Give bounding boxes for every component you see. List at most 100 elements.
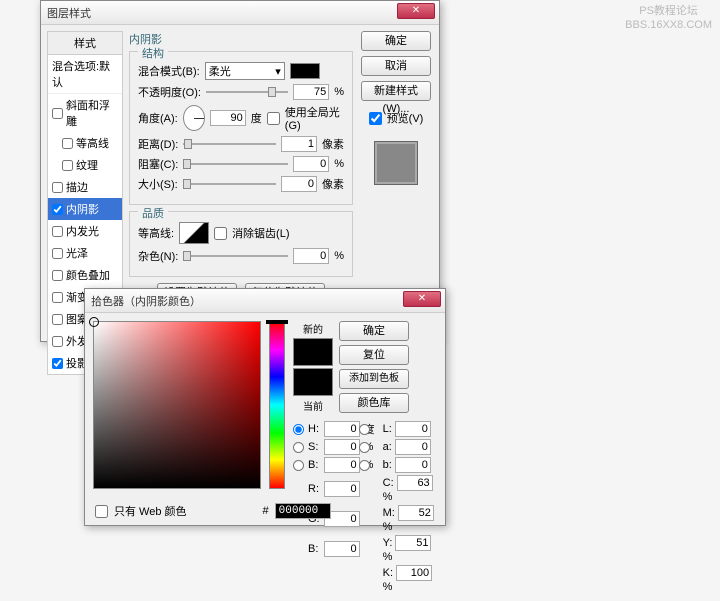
style-checkbox[interactable] [52, 226, 63, 237]
contour-label: 等高线: [138, 225, 174, 241]
quality-fieldset: 品质 等高线: 消除锯齿(L) 杂色(N): % [129, 211, 353, 277]
s-input[interactable] [324, 439, 360, 455]
choke-label: 阻塞(C): [138, 156, 178, 172]
choke-slider[interactable] [183, 163, 288, 165]
size-slider[interactable] [183, 183, 276, 185]
close-icon[interactable]: ✕ [403, 291, 441, 307]
style-item[interactable]: 斜面和浮雕 [48, 94, 122, 132]
size-input[interactable] [281, 176, 317, 192]
noise-input[interactable] [293, 248, 329, 264]
add-swatch-button[interactable]: 添加到色板 [339, 369, 409, 389]
style-checkbox[interactable] [52, 336, 63, 347]
b2-input[interactable] [395, 457, 431, 473]
style-label: 内发光 [66, 223, 99, 239]
watermark: PS教程论坛 BBS.16XX8.COM [625, 4, 712, 33]
style-label: 内阴影 [66, 201, 99, 217]
noise-slider[interactable] [183, 255, 288, 257]
shadow-color-swatch[interactable] [290, 63, 320, 79]
style-checkbox[interactable] [52, 358, 63, 369]
style-checkbox[interactable] [52, 270, 63, 281]
styles-header[interactable]: 样式 [48, 32, 122, 55]
opacity-label: 不透明度(O): [138, 84, 201, 100]
style-label: 斜面和浮雕 [66, 97, 118, 129]
blend-mode-label: 混合模式(B): [138, 63, 200, 79]
cancel-button[interactable]: 取消 [361, 56, 431, 76]
dialog-title: 图层样式 [47, 5, 91, 21]
a-input[interactable] [395, 439, 431, 455]
bb-input[interactable] [324, 457, 360, 473]
h-input[interactable] [324, 421, 360, 437]
reset-button[interactable]: 复位 [339, 345, 409, 365]
hue-slider[interactable] [269, 321, 285, 489]
style-label: 颜色叠加 [66, 267, 110, 283]
style-item[interactable]: 等高线 [48, 132, 122, 154]
style-item[interactable]: 光泽 [48, 242, 122, 264]
a-radio[interactable] [359, 442, 370, 453]
opacity-slider[interactable] [206, 91, 288, 93]
current-color-swatch[interactable] [293, 368, 333, 396]
dialog-title: 拾色器（内阴影颜色） [91, 293, 201, 309]
c-input[interactable] [397, 475, 433, 491]
style-checkbox[interactable] [52, 204, 63, 215]
y-input[interactable] [395, 535, 431, 551]
ok-button[interactable]: 确定 [361, 31, 431, 51]
new-style-button[interactable]: 新建样式(W)... [361, 81, 431, 101]
style-checkbox[interactable] [52, 314, 63, 325]
style-item[interactable]: 内阴影 [48, 198, 122, 220]
distance-slider[interactable] [183, 143, 276, 145]
blend-mode-select[interactable]: 柔光▾ [205, 62, 285, 80]
size-label: 大小(S): [138, 176, 178, 192]
opacity-input[interactable] [293, 84, 329, 100]
noise-label: 杂色(N): [138, 248, 178, 264]
antialias-checkbox[interactable] [214, 227, 227, 240]
style-checkbox[interactable] [52, 248, 63, 259]
ok-button[interactable]: 确定 [339, 321, 409, 341]
hex-input[interactable] [275, 503, 331, 519]
h-radio[interactable] [293, 424, 304, 435]
style-label: 描边 [66, 179, 88, 195]
style-label: 等高线 [76, 135, 109, 151]
m-input[interactable] [398, 505, 434, 521]
bc-input[interactable] [324, 541, 360, 557]
new-color-swatch[interactable] [293, 338, 333, 366]
style-label: 光泽 [66, 245, 88, 261]
angle-label: 角度(A): [138, 110, 178, 126]
contour-picker[interactable] [179, 222, 209, 244]
distance-input[interactable] [281, 136, 317, 152]
style-checkbox[interactable] [52, 292, 63, 303]
preview-swatch [374, 141, 418, 185]
angle-input[interactable] [210, 110, 246, 126]
style-item[interactable]: 颜色叠加 [48, 264, 122, 286]
style-checkbox[interactable] [52, 182, 63, 193]
titlebar[interactable]: 图层样式 ✕ [41, 1, 439, 25]
r-input[interactable] [324, 481, 360, 497]
distance-label: 距离(D): [138, 136, 178, 152]
structure-fieldset: 结构 混合模式(B): 柔光▾ 不透明度(O): % 角度(A): 度 [129, 51, 353, 205]
b-radio[interactable] [293, 460, 304, 471]
l-radio[interactable] [359, 424, 370, 435]
style-label: 纹理 [76, 157, 98, 173]
color-lib-button[interactable]: 颜色库 [339, 393, 409, 413]
blend-default[interactable]: 混合选项:默认 [48, 55, 122, 94]
style-item[interactable]: 纹理 [48, 154, 122, 176]
chevron-down-icon: ▾ [275, 65, 281, 78]
style-checkbox[interactable] [62, 138, 73, 149]
web-only-checkbox[interactable] [95, 505, 108, 518]
color-cursor [89, 317, 99, 327]
style-checkbox[interactable] [52, 108, 63, 119]
s-radio[interactable] [293, 442, 304, 453]
global-light-checkbox[interactable] [267, 112, 280, 125]
color-picker-dialog: 拾色器（内阴影颜色） ✕ 新的 当前 确定 复位 添加到色板 颜色库 [84, 288, 446, 526]
b2-radio[interactable] [359, 460, 370, 471]
titlebar[interactable]: 拾色器（内阴影颜色） ✕ [85, 289, 445, 313]
preview-checkbox[interactable] [369, 112, 382, 125]
angle-dial[interactable] [183, 105, 205, 131]
style-checkbox[interactable] [62, 160, 73, 171]
l-input[interactable] [395, 421, 431, 437]
style-item[interactable]: 内发光 [48, 220, 122, 242]
choke-input[interactable] [293, 156, 329, 172]
style-item[interactable]: 描边 [48, 176, 122, 198]
k-input[interactable] [396, 565, 432, 581]
close-icon[interactable]: ✕ [397, 3, 435, 19]
color-field[interactable] [93, 321, 261, 489]
